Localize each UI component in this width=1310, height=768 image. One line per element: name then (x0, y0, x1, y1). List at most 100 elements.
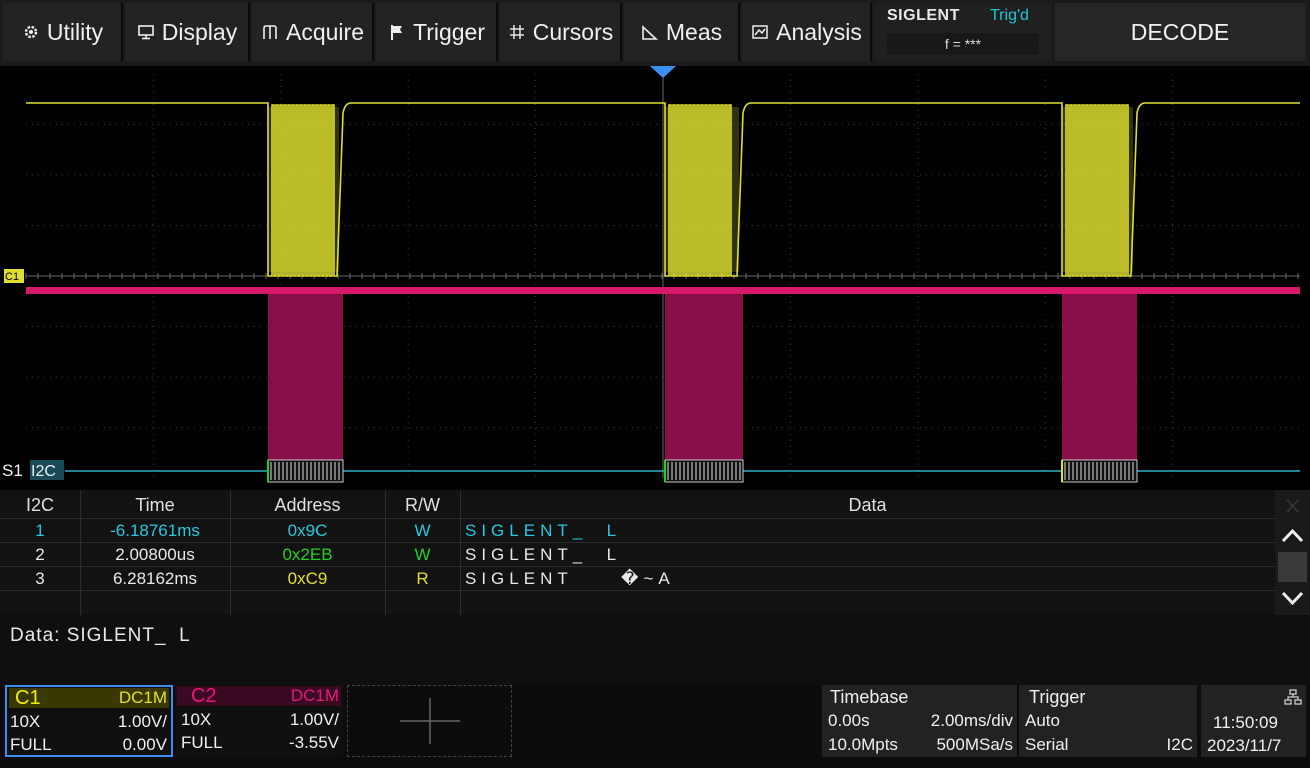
row-data: SIGLENT_ L (465, 545, 622, 564)
detail-text: Data: SIGLENT_ L (10, 625, 191, 646)
row-index: 3 (35, 569, 45, 588)
decode-detail-panel: Data: SIGLENT_ L (0, 615, 1310, 685)
channel-2-probe: 10X (181, 710, 212, 729)
ch1-burst-fill (665, 107, 739, 272)
trigger-panel[interactable]: Trigger Auto Serial I2C (1019, 685, 1197, 757)
utility-label: Utility (46, 18, 104, 45)
sample-rate: 500MSa/s (936, 735, 1013, 754)
channel-1-scale: 1.00V/ (117, 712, 167, 731)
acquire-icon (260, 22, 280, 42)
ch2-burst-fill (268, 290, 343, 463)
channel-2-bandwidth: FULL (181, 733, 223, 752)
channel-1-ground-marker: C1 (4, 269, 24, 283)
ruler-icon (640, 22, 660, 42)
status-bar: C1 DC1M 10X 1.00V/ FULL 0.00V C2 DC1M 10… (0, 685, 1310, 768)
plus-icon (400, 696, 460, 746)
monitor-icon (136, 22, 156, 42)
row-address: 0x2EB (282, 545, 333, 564)
meas-label: Meas (665, 18, 723, 45)
bus-label-prefix: S1 (2, 461, 23, 480)
ch2-trace (26, 287, 1300, 294)
channel-1-coupling: DC1M (118, 688, 167, 707)
scroll-thumb[interactable] (1278, 552, 1307, 582)
flag-icon (387, 22, 407, 42)
trigger-source: I2C (1166, 735, 1193, 754)
add-channel-button[interactable] (347, 685, 512, 757)
channel-1-bandwidth: FULL (10, 735, 52, 754)
row-address: 0x9C (287, 521, 328, 540)
timebase-title: Timebase (830, 687, 909, 707)
channel-1-probe: 10X (10, 712, 41, 731)
waveform-canvas: C1 S1 I2C (2, 66, 1300, 483)
scroll-down-icon[interactable] (1279, 588, 1306, 608)
ch2-burst-fill (1062, 290, 1137, 463)
display-menu-button[interactable]: Display (125, 3, 250, 61)
cursors-menu-button[interactable]: Cursors (500, 3, 622, 61)
analysis-icon (750, 22, 770, 42)
header-time: Time (135, 495, 175, 515)
row-data: SIGLENT_ L (465, 521, 622, 540)
scroll-up-icon[interactable] (1279, 526, 1306, 546)
status-panel: SIGLENT Trig'd f = *** (875, 3, 1051, 61)
trigger-status: Trig'd (990, 7, 1029, 24)
clock-date: 2023/11/7 (1207, 736, 1282, 755)
row-time: 6.28162ms (112, 569, 198, 588)
trigger-title: Trigger (1029, 687, 1086, 707)
channel-1-marker-label: C1 (5, 271, 19, 283)
channel-2-name: C2 (191, 685, 217, 707)
row-index: 1 (35, 521, 45, 540)
header-data: Data (848, 495, 887, 515)
timebase-scale: 2.00ms/div (930, 711, 1013, 730)
trigger-type: Serial (1025, 735, 1069, 754)
close-icon[interactable] (1280, 496, 1305, 516)
channel-1-name: C1 (15, 687, 41, 709)
channel-2-panel[interactable]: C2 DC1M 10X 1.00V/ FULL -3.55V (175, 685, 343, 757)
channel-1-offset: 0.00V (122, 735, 167, 754)
ch2-burst-fill (665, 290, 743, 463)
acquire-label: Acquire (286, 18, 364, 45)
channel-2-offset: -3.55V (288, 733, 339, 752)
row-time: 2.00800us (115, 545, 195, 564)
gear-icon (21, 22, 41, 42)
row-index: 2 (35, 545, 45, 564)
bus-label-text: I2C (31, 463, 56, 480)
decode-menu-title[interactable]: DECODE (1055, 3, 1305, 61)
acquire-menu-button[interactable]: Acquire (252, 3, 374, 61)
frequency-readout: f = *** (887, 33, 1039, 55)
row-time: -6.18761ms (110, 521, 200, 540)
header-index: I2C (25, 495, 54, 515)
table-scrollbar[interactable] (1275, 490, 1310, 615)
row-address: 0xC9 (287, 569, 328, 588)
clock-panel: 11:50:09 2023/11/7 (1201, 685, 1306, 757)
row-rw: W (414, 545, 431, 564)
network-icon (1284, 689, 1302, 705)
bus-label-marker: S1 I2C (2, 460, 64, 480)
cursors-label: Cursors (532, 18, 614, 45)
waveform-display[interactable]: C1 S1 I2C (0, 66, 1310, 490)
menu-bar: Utility Display Acquire Trigger Cursors … (0, 0, 1310, 67)
header-address: Address (274, 495, 341, 515)
trigger-mode: Auto (1025, 711, 1060, 730)
channel-2-scale: 1.00V/ (289, 710, 339, 729)
ch1-burst-fill (1062, 107, 1133, 272)
timebase-delay: 0.00s (828, 711, 870, 730)
clock-time: 11:50:09 (1213, 713, 1278, 732)
row-rw: W (414, 521, 431, 540)
trigger-label: Trigger (413, 18, 485, 45)
brand-logo: SIGLENT (887, 7, 960, 24)
row-data: SIGLENT �~A (465, 569, 675, 588)
analysis-label: Analysis (776, 18, 862, 45)
channel-1-panel[interactable]: C1 DC1M 10X 1.00V/ FULL 0.00V (5, 685, 173, 757)
timebase-panel[interactable]: Timebase 0.00s 2.00ms/div 10.0Mpts 500MS… (822, 685, 1017, 757)
analysis-menu-button[interactable]: Analysis (742, 3, 872, 61)
header-rw: R/W (405, 495, 440, 515)
memory-depth: 10.0Mpts (828, 735, 898, 754)
utility-menu-button[interactable]: Utility (3, 3, 123, 61)
decode-table: I2C Time Address R/W Data 1 -6.18761ms 0… (0, 490, 1275, 615)
hash-icon (507, 22, 527, 42)
meas-menu-button[interactable]: Meas (624, 3, 740, 61)
trigger-menu-button[interactable]: Trigger (376, 3, 498, 61)
ch1-burst-fill (268, 107, 339, 272)
channel-2-coupling: DC1M (290, 686, 339, 705)
display-label: Display (161, 18, 238, 45)
